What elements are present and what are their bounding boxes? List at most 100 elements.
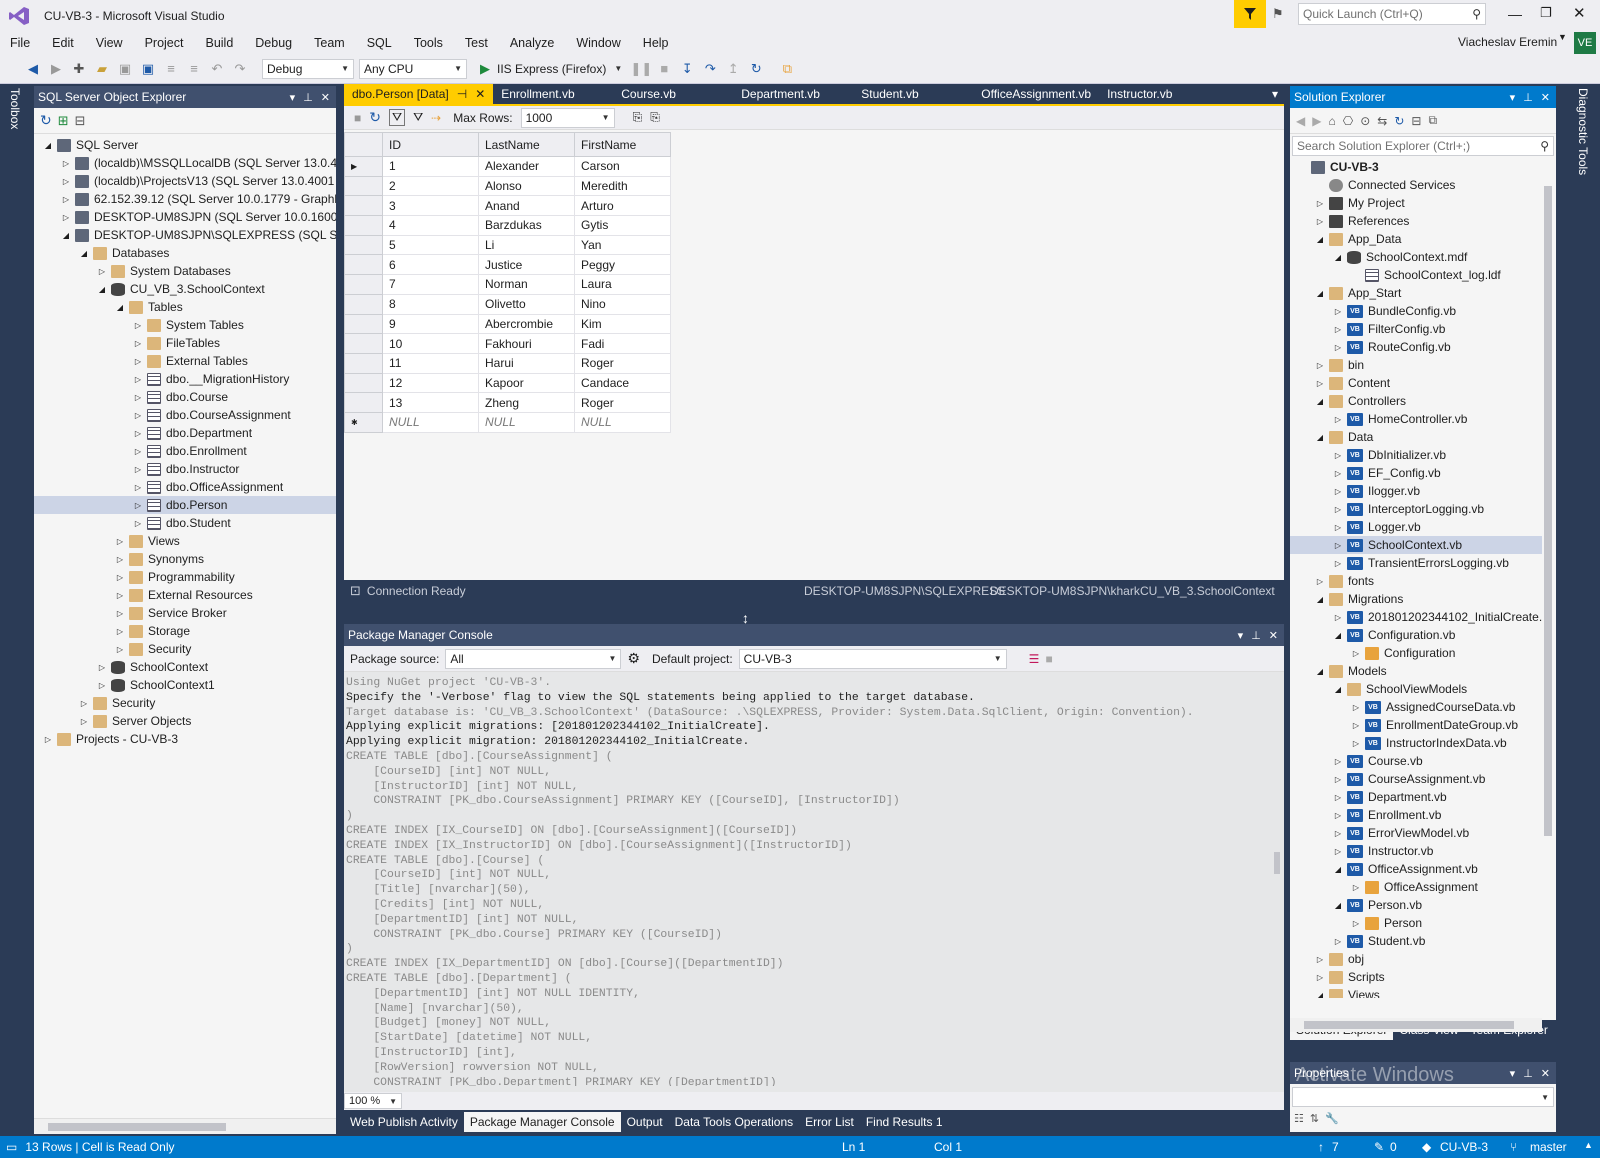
row-header[interactable] (344, 333, 383, 354)
tree-node[interactable]: ▷ VB ErrorViewModel.vb (1290, 824, 1542, 842)
collapsed-arrow-icon[interactable]: ▷ (1314, 577, 1326, 586)
row-header[interactable] (344, 274, 383, 295)
menu-edit[interactable]: Edit (52, 36, 74, 50)
tree-node[interactable]: ▷ dbo.Department (34, 424, 336, 442)
expanded-arrow-icon[interactable]: ◢ (1332, 865, 1344, 874)
tree-node[interactable]: ▷ Service Broker (34, 604, 336, 622)
pin-icon[interactable]: ⊥ (1523, 91, 1533, 104)
repository-icon[interactable]: ◆ (1422, 1140, 1431, 1154)
row-header[interactable] (344, 313, 383, 335)
collapsed-arrow-icon[interactable]: ▷ (1332, 469, 1344, 478)
table-row[interactable]: 13 Zheng Roger (344, 392, 671, 413)
expanded-arrow-icon[interactable]: ◢ (1314, 433, 1326, 442)
solution-platform-select[interactable]: Any CPU ▼ (359, 58, 467, 79)
user-menu-chevron-icon[interactable]: ▼ (1558, 32, 1567, 42)
menu-tools[interactable]: Tools (414, 36, 443, 50)
table-row[interactable]: 12 Kapoor Candace (344, 372, 671, 394)
diagnostic-tools-tab[interactable]: Diagnostic Tools (1576, 88, 1590, 175)
collapsed-arrow-icon[interactable]: ▷ (1350, 883, 1362, 892)
tree-node[interactable]: ◢ App_Start (1290, 284, 1542, 302)
grid-cell[interactable]: 13 (382, 392, 479, 413)
stop-icon[interactable]: ■ (653, 58, 675, 80)
solution-search-input[interactable]: Search Solution Explorer (Ctrl+;) ⚲ (1292, 136, 1554, 156)
collapsed-arrow-icon[interactable]: ▷ (1332, 523, 1344, 532)
expanded-arrow-icon[interactable]: ◢ (1314, 289, 1326, 298)
collapsed-arrow-icon[interactable]: ▷ (114, 537, 126, 546)
grid-cell[interactable]: Roger (574, 392, 671, 413)
tree-node[interactable]: ◢ VB Person.vb (1290, 896, 1542, 914)
column-header-lastname[interactable]: LastName (478, 132, 575, 157)
row-header[interactable] (344, 215, 383, 236)
grid-cell[interactable]: Abercrombie (478, 313, 575, 335)
grid-cell[interactable]: Roger (574, 352, 671, 374)
tree-node[interactable]: ▷ dbo.Instructor (34, 460, 336, 478)
add-server-icon[interactable]: ⊞ (58, 113, 69, 129)
tree-node[interactable]: ▷ Security (34, 694, 336, 712)
dropdown-icon[interactable]: ▾ (1510, 91, 1516, 104)
refresh-browser-icon[interactable]: ↻ (745, 58, 767, 80)
grid-cell[interactable]: Harui (478, 352, 575, 374)
tree-node[interactable]: ◢ VB Configuration.vb (1290, 626, 1542, 644)
grid-cell[interactable]: 11 (382, 352, 479, 374)
collapsed-arrow-icon[interactable]: ▷ (1332, 343, 1344, 352)
tree-node[interactable]: ▷ Server Objects (34, 712, 336, 730)
collapsed-arrow-icon[interactable]: ▷ (1314, 973, 1326, 982)
tree-node[interactable]: ▷ Projects - CU-VB-3 (34, 730, 336, 748)
tree-node[interactable]: ◢ Controllers (1290, 392, 1542, 410)
comment-icon[interactable]: ≡ (160, 58, 182, 80)
tree-node[interactable]: ▷ VB Instructor.vb (1290, 842, 1542, 860)
row-header[interactable] (344, 352, 383, 374)
collapsed-arrow-icon[interactable]: ▷ (60, 213, 72, 222)
home-icon[interactable]: ⌂ (1328, 114, 1335, 128)
sort-filter-icon[interactable]: ⛛ (388, 109, 406, 126)
sync-active-document-icon[interactable]: ⇆ (1377, 114, 1387, 128)
tree-node[interactable]: ▷ Synonyms (34, 550, 336, 568)
refresh-icon[interactable]: ↻ (1394, 114, 1404, 128)
collapsed-arrow-icon[interactable]: ▷ (132, 321, 144, 330)
grid-cell[interactable]: 12 (382, 372, 479, 394)
menu-help[interactable]: Help (643, 36, 669, 50)
clear-console-icon[interactable]: ☰ (1029, 652, 1040, 666)
tree-node[interactable]: ▷ VB InterceptorLogging.vb (1290, 500, 1542, 518)
close-window-button[interactable]: ✕ (1573, 4, 1586, 22)
tree-node[interactable]: ▷ Programmability (34, 568, 336, 586)
tree-node[interactable]: ▷ External Resources (34, 586, 336, 604)
expanded-arrow-icon[interactable]: ◢ (1332, 685, 1344, 694)
tree-node[interactable]: ▷ dbo.Person (34, 496, 336, 514)
row-header[interactable] (344, 234, 383, 256)
property-pages-icon[interactable]: 🔧 (1325, 1112, 1339, 1125)
uncomment-icon[interactable]: ≡ (183, 58, 205, 80)
grid-cell[interactable]: Meredith (574, 175, 671, 197)
tree-node[interactable]: ▷ VB FilterConfig.vb (1290, 320, 1542, 338)
tree-node[interactable]: ◢ App_Data (1290, 230, 1542, 248)
column-header-id[interactable]: ID (382, 132, 479, 157)
tree-node[interactable]: Connected Services (1290, 176, 1542, 194)
row-header[interactable] (344, 293, 383, 315)
grid-cell[interactable]: 4 (382, 215, 479, 236)
grid-cell[interactable]: Alexander (478, 156, 575, 177)
null-cell[interactable]: NULL (382, 411, 479, 433)
start-debug-icon[interactable]: ▶ (474, 58, 496, 80)
tree-node[interactable]: ▷ VB AssignedCourseData.vb (1290, 698, 1542, 716)
table-row[interactable]: 5 Li Yan (344, 234, 671, 256)
tree-node[interactable]: ▷ My Project (1290, 194, 1542, 212)
grid-cell[interactable]: Gytis (574, 215, 671, 236)
tree-node[interactable]: ▷ bin (1290, 356, 1542, 374)
tab-output[interactable]: Output (621, 1112, 669, 1132)
collapsed-arrow-icon[interactable]: ▷ (1332, 793, 1344, 802)
close-tab-icon[interactable]: ✕ (475, 87, 485, 101)
expanded-arrow-icon[interactable]: ◢ (1332, 901, 1344, 910)
collapsed-arrow-icon[interactable]: ▷ (132, 393, 144, 402)
row-header[interactable] (344, 254, 383, 276)
grid-cell[interactable]: 8 (382, 293, 479, 315)
collapsed-arrow-icon[interactable]: ▷ (114, 555, 126, 564)
grid-cell[interactable]: Kim (574, 313, 671, 335)
row-header[interactable] (344, 372, 383, 394)
tree-node[interactable]: ▷ VB 201801202344102_InitialCreate.v (1290, 608, 1542, 626)
collapsed-arrow-icon[interactable]: ▷ (1332, 847, 1344, 856)
quick-launch-input[interactable]: Quick Launch (Ctrl+Q) ⚲ (1298, 3, 1486, 25)
grid-cell[interactable]: Fakhouri (478, 333, 575, 354)
table-row[interactable]: 10 Fakhouri Fadi (344, 333, 671, 354)
grid-cell[interactable]: 7 (382, 274, 479, 295)
expanded-arrow-icon[interactable]: ◢ (60, 231, 72, 240)
